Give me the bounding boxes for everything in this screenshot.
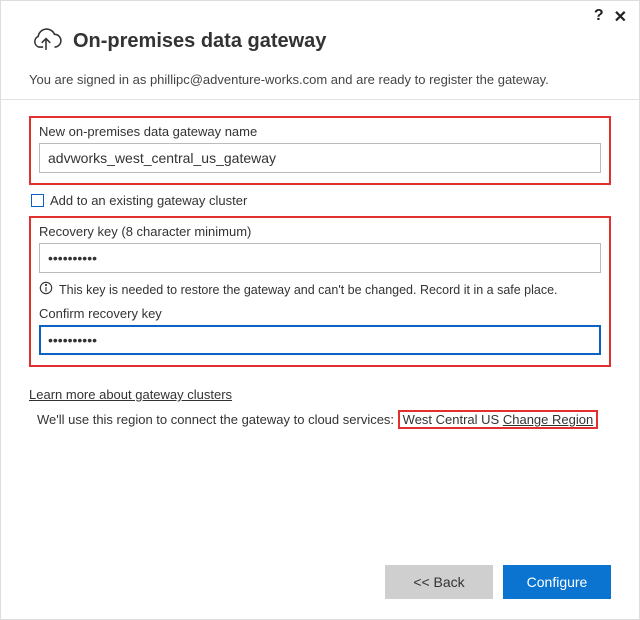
learn-more-link[interactable]: Learn more about gateway clusters [29,387,232,402]
region-text: We'll use this region to connect the gat… [37,410,611,429]
info-icon [39,281,53,298]
cloud-upload-icon [29,23,63,60]
signed-in-text: You are signed in as phillipc@adventure-… [1,68,639,100]
recovery-key-section: Recovery key (8 character minimum) This … [29,216,611,367]
gateway-name-section: New on-premises data gateway name [29,116,611,185]
dialog-header: On-premises data gateway [1,1,639,68]
configure-button[interactable]: Configure [503,565,611,599]
recovery-key-input[interactable] [39,243,601,273]
add-cluster-label: Add to an existing gateway cluster [50,193,247,208]
recovery-key-label: Recovery key (8 character minimum) [39,224,601,239]
add-cluster-checkbox[interactable] [31,194,44,207]
help-icon[interactable]: ? [594,7,604,27]
close-icon[interactable]: ✕ [614,7,627,27]
gateway-name-label: New on-premises data gateway name [39,124,601,139]
change-region-link[interactable]: Change Region [503,412,593,427]
dialog-footer: << Back Configure [385,565,611,599]
back-button[interactable]: << Back [385,565,493,599]
recovery-key-info: This key is needed to restore the gatewa… [39,281,601,298]
gateway-name-input[interactable] [39,143,601,173]
dialog-title: On-premises data gateway [73,30,326,53]
confirm-key-label: Confirm recovery key [39,306,601,321]
region-name: West Central US [403,412,503,427]
add-cluster-row[interactable]: Add to an existing gateway cluster [31,193,611,208]
confirm-key-input[interactable] [39,325,601,355]
